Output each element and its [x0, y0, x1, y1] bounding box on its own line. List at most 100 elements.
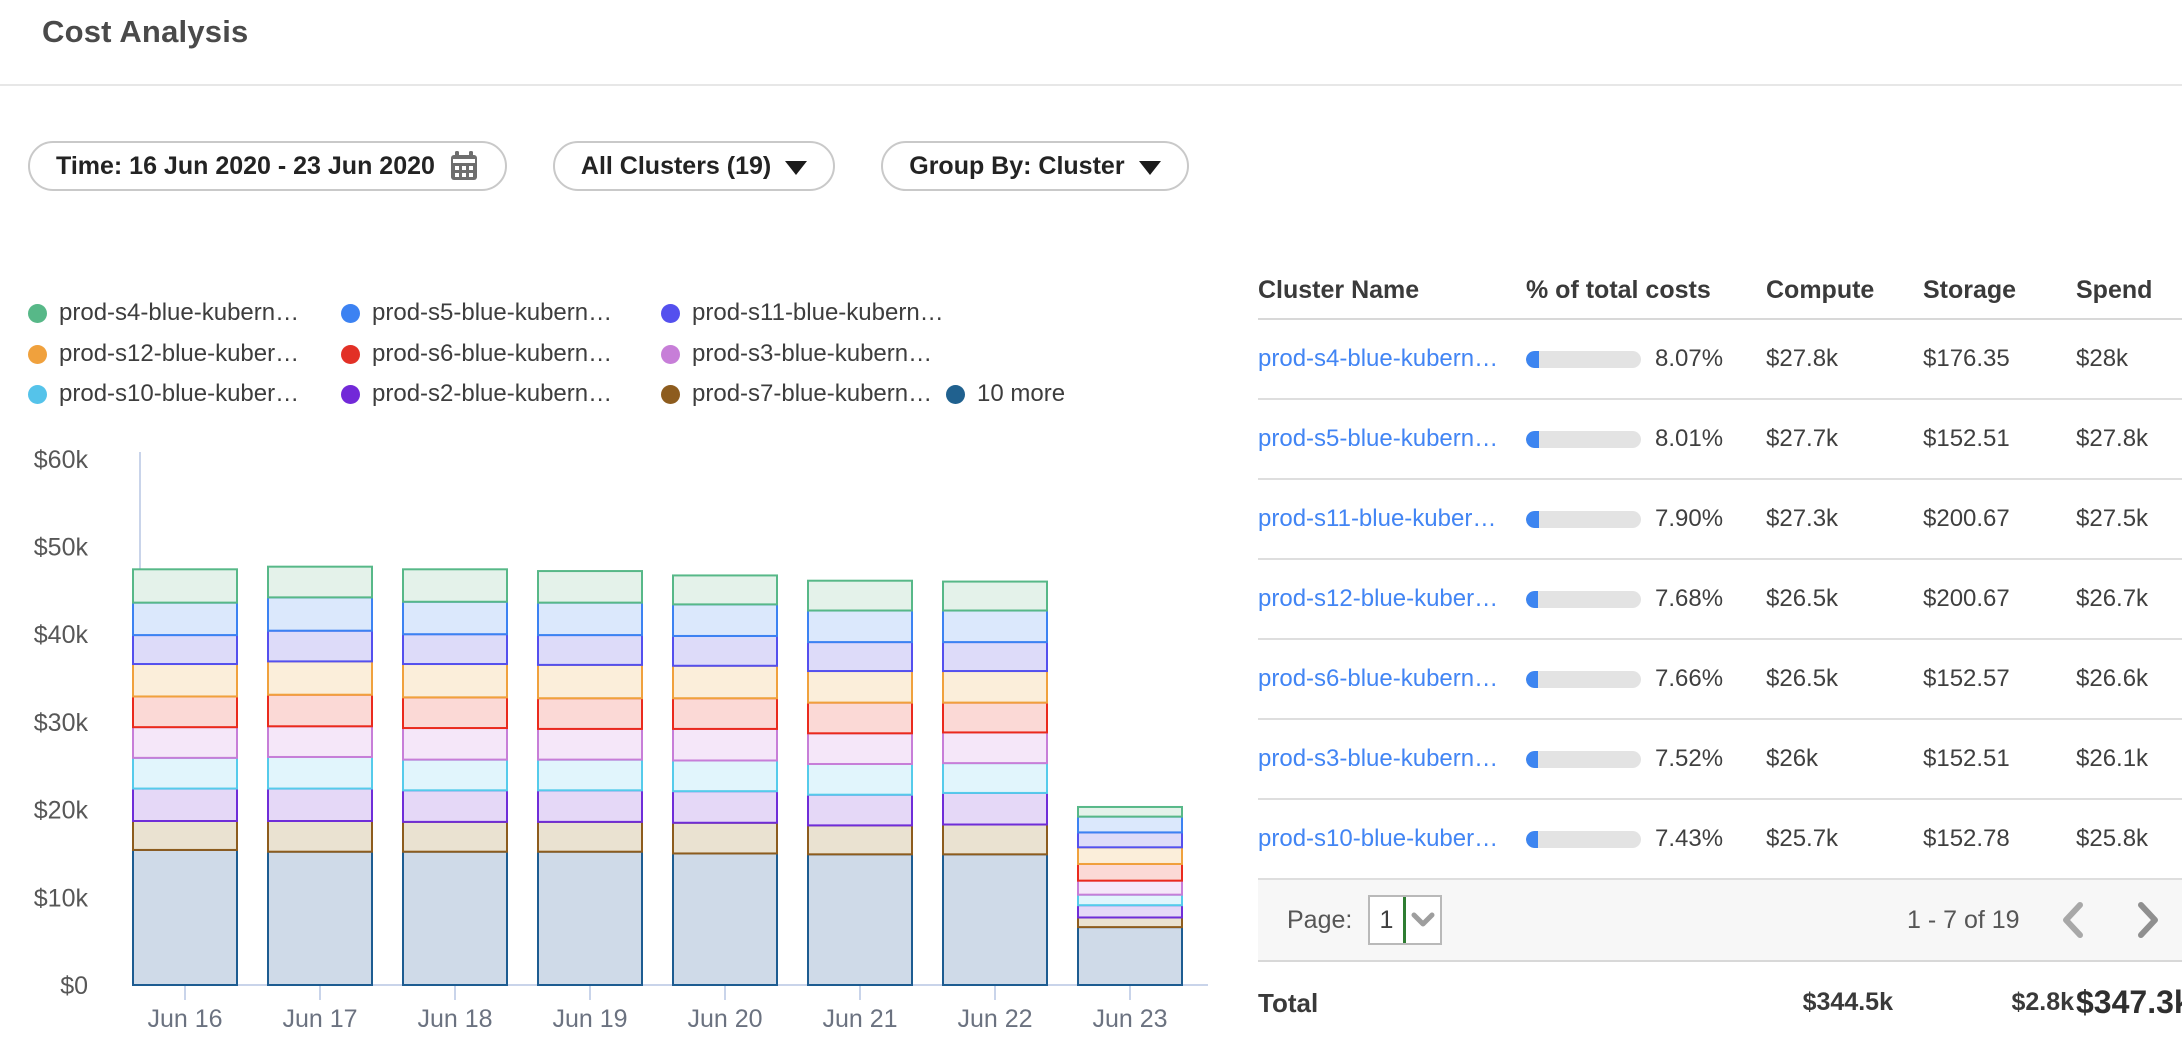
bar-segment[interactable] [403, 790, 507, 822]
legend-item[interactable]: prod-s2-blue-kubern… [341, 374, 612, 414]
legend-item[interactable]: prod-s4-blue-kubern… [28, 293, 299, 333]
bar-segment[interactable] [808, 671, 912, 703]
bar-segment[interactable] [808, 795, 912, 826]
bar-segment[interactable] [943, 642, 1047, 671]
bar-segment[interactable] [133, 789, 237, 821]
bar-segment[interactable] [1078, 895, 1182, 906]
bar-segment[interactable] [133, 635, 237, 664]
bar-segment[interactable] [673, 698, 777, 729]
bar-segment[interactable] [133, 727, 237, 758]
bar-segment[interactable] [943, 763, 1047, 793]
cluster-name-link[interactable]: prod-s11-blue-kuber… [1258, 505, 1526, 533]
bar-segment[interactable] [1078, 847, 1182, 864]
bar-segment[interactable] [268, 695, 372, 727]
bar-segment[interactable] [538, 635, 642, 665]
clusters-filter-dropdown[interactable]: All Clusters (19) [553, 141, 835, 191]
bar-segment[interactable] [538, 760, 642, 791]
bar-segment[interactable] [133, 664, 237, 696]
bar-segment[interactable] [1078, 905, 1182, 917]
bar-segment[interactable] [133, 603, 237, 635]
bar-segment[interactable] [808, 854, 912, 985]
bar-segment[interactable] [268, 757, 372, 789]
bar-segment[interactable] [1078, 927, 1182, 985]
bar-segment[interactable] [943, 732, 1047, 763]
bar-segment[interactable] [673, 604, 777, 636]
bar-segment[interactable] [673, 636, 777, 666]
group-by-dropdown[interactable]: Group By: Cluster [881, 141, 1188, 191]
bar-segment[interactable] [403, 697, 507, 728]
bar-segment[interactable] [943, 703, 1047, 733]
bar-segment[interactable] [808, 825, 912, 854]
bar-segment[interactable] [133, 821, 237, 850]
bar-segment[interactable] [673, 729, 777, 761]
bar-segment[interactable] [538, 698, 642, 729]
bar-segment[interactable] [403, 822, 507, 852]
legend-item[interactable]: prod-s7-blue-kubern… [661, 374, 932, 414]
bar-segment[interactable] [1078, 881, 1182, 895]
bar-segment[interactable] [808, 611, 912, 643]
bar-segment[interactable] [673, 823, 777, 854]
bar-segment[interactable] [268, 597, 372, 630]
bar-segment[interactable] [538, 665, 642, 698]
bar-segment[interactable] [1078, 864, 1182, 881]
bar-segment[interactable] [403, 664, 507, 697]
bar-segment[interactable] [403, 760, 507, 791]
bar-segment[interactable] [943, 671, 1047, 703]
bar-segment[interactable] [808, 764, 912, 795]
legend-item[interactable]: prod-s10-blue-kuber… [28, 374, 299, 414]
bar-segment[interactable] [808, 733, 912, 764]
bar-segment[interactable] [673, 853, 777, 985]
bar-segment[interactable] [403, 569, 507, 601]
bar-segment[interactable] [673, 791, 777, 823]
bar-segment[interactable] [268, 661, 372, 694]
bar-segment[interactable] [1078, 817, 1182, 833]
bar-segment[interactable] [943, 582, 1047, 611]
bar-segment[interactable] [943, 793, 1047, 825]
bar-segment[interactable] [808, 703, 912, 734]
cluster-name-link[interactable]: prod-s10-blue-kuber… [1258, 825, 1526, 853]
bar-segment[interactable] [943, 825, 1047, 855]
bar-segment[interactable] [538, 790, 642, 822]
bar-segment[interactable] [403, 852, 507, 985]
bar-segment[interactable] [1078, 917, 1182, 927]
cluster-name-link[interactable]: prod-s12-blue-kuber… [1258, 585, 1526, 613]
bar-segment[interactable] [538, 729, 642, 760]
legend-item[interactable]: 10 more [946, 374, 1065, 414]
legend-item[interactable]: prod-s11-blue-kubern… [661, 293, 944, 333]
legend-item[interactable]: prod-s6-blue-kubern… [341, 334, 612, 374]
cluster-name-link[interactable]: prod-s5-blue-kubern… [1258, 425, 1526, 453]
cluster-name-link[interactable]: prod-s4-blue-kubern… [1258, 345, 1526, 373]
next-page-button[interactable] [2128, 895, 2168, 945]
bar-segment[interactable] [133, 696, 237, 727]
bar-segment[interactable] [673, 575, 777, 604]
bar-segment[interactable] [403, 728, 507, 760]
legend-item[interactable]: prod-s5-blue-kubern… [341, 293, 612, 333]
bar-segment[interactable] [268, 567, 372, 598]
bar-segment[interactable] [403, 602, 507, 634]
bar-segment[interactable] [268, 852, 372, 985]
bar-segment[interactable] [673, 666, 777, 698]
bar-segment[interactable] [268, 726, 372, 757]
bar-segment[interactable] [268, 789, 372, 821]
bar-segment[interactable] [403, 634, 507, 664]
cluster-name-link[interactable]: prod-s6-blue-kubern… [1258, 665, 1526, 693]
legend-item[interactable]: prod-s3-blue-kubern… [661, 334, 932, 374]
bar-segment[interactable] [538, 852, 642, 985]
legend-item[interactable]: prod-s12-blue-kuber… [28, 334, 299, 374]
bar-segment[interactable] [133, 758, 237, 789]
bar-segment[interactable] [943, 854, 1047, 985]
page-select[interactable]: 1 [1368, 895, 1442, 945]
bar-segment[interactable] [1078, 832, 1182, 847]
bar-segment[interactable] [1078, 807, 1182, 817]
bar-segment[interactable] [268, 821, 372, 852]
bar-segment[interactable] [538, 571, 642, 603]
bar-segment[interactable] [538, 603, 642, 635]
time-range-filter-button[interactable]: Time: 16 Jun 2020 - 23 Jun 2020 [28, 141, 507, 191]
bar-segment[interactable] [673, 760, 777, 791]
cluster-name-link[interactable]: prod-s3-blue-kubern… [1258, 745, 1526, 773]
bar-segment[interactable] [133, 850, 237, 985]
bar-segment[interactable] [268, 631, 372, 662]
bar-segment[interactable] [943, 611, 1047, 643]
previous-page-button[interactable] [2053, 895, 2093, 945]
bar-segment[interactable] [538, 822, 642, 852]
